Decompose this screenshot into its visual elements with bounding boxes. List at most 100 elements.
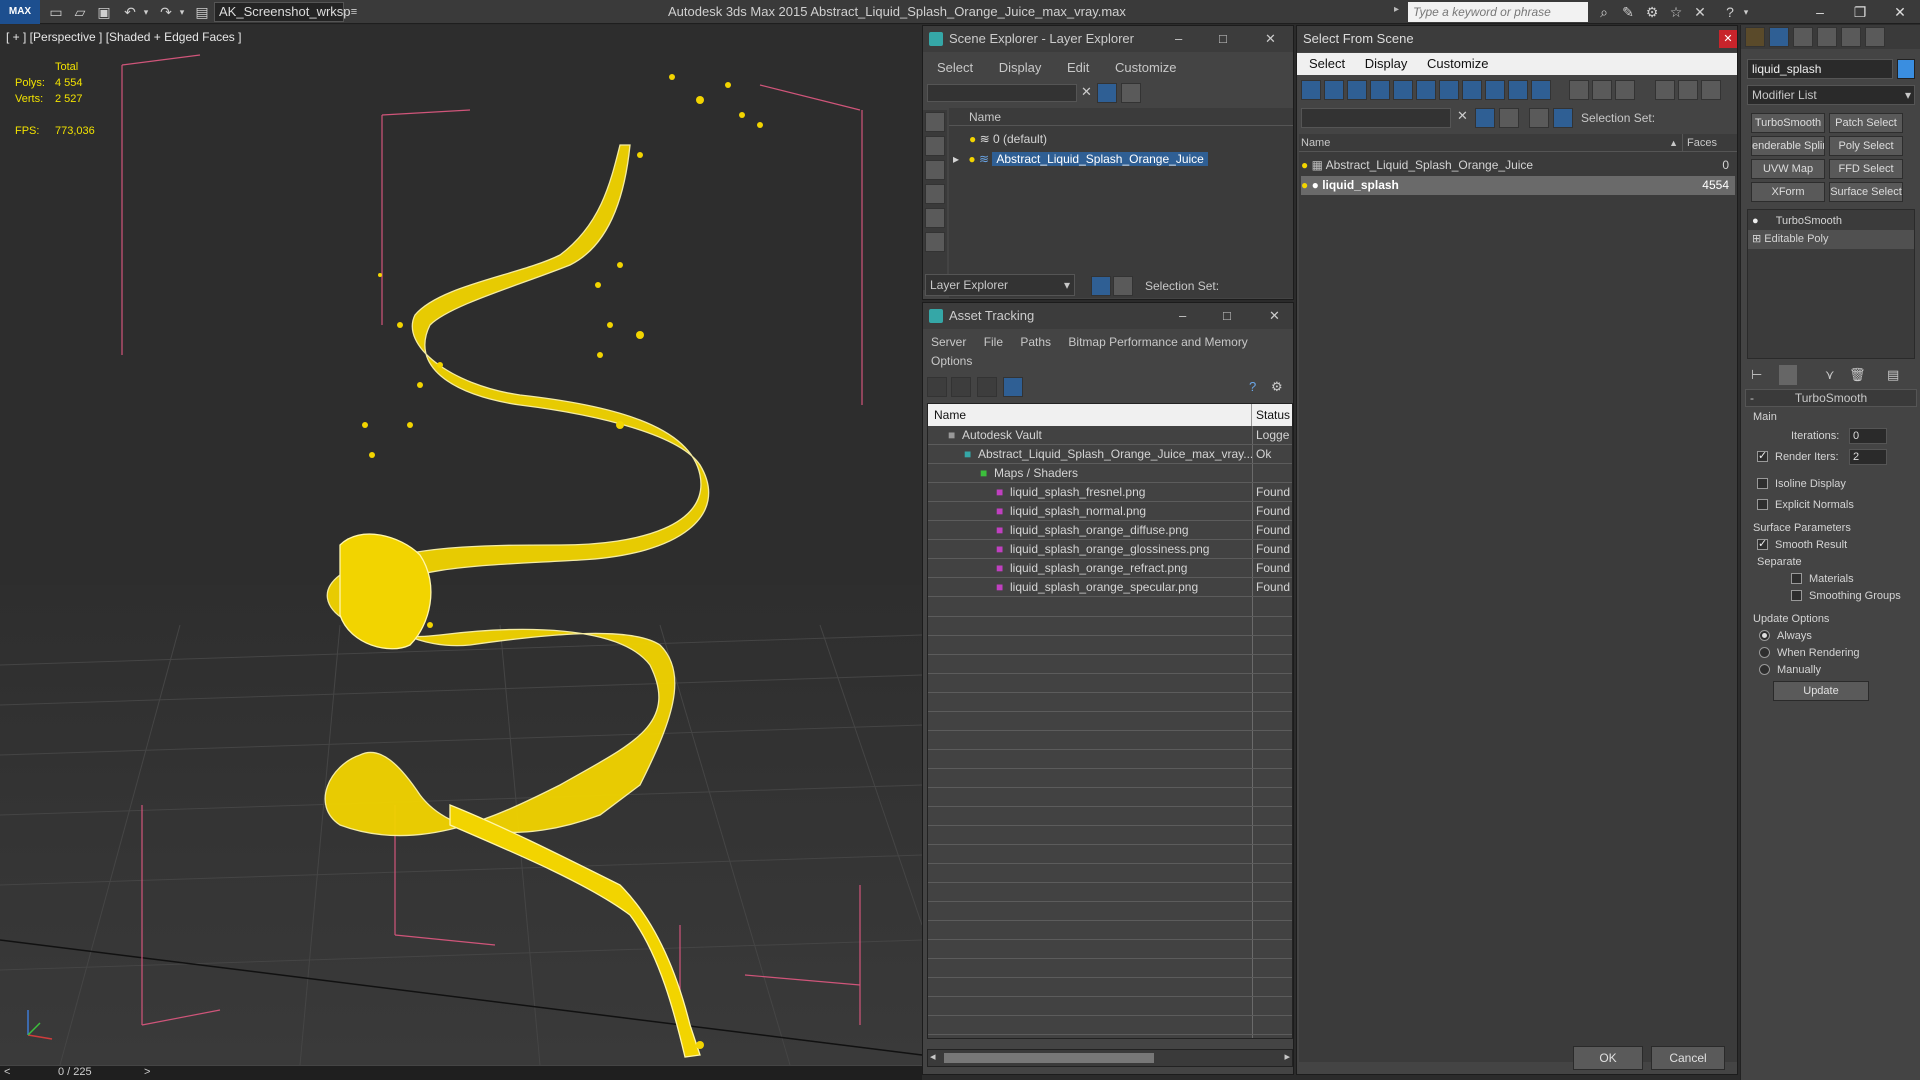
xform-button[interactable]: XForm bbox=[1751, 182, 1825, 202]
scroll-right-icon[interactable]: ▸ bbox=[1284, 1050, 1290, 1063]
display-geometry-icon[interactable] bbox=[925, 112, 945, 132]
select-from-scene-titlebar[interactable]: Select From Scene ✕ bbox=[1297, 26, 1737, 52]
manually-radio[interactable] bbox=[1759, 664, 1770, 675]
remove-modifier-icon[interactable]: 🗑 bbox=[1849, 367, 1866, 383]
workspace-menu-icon[interactable]: ≡ bbox=[344, 2, 364, 22]
asset-row[interactable]: ■ liquid_splash_orange_refract.png Found bbox=[928, 559, 1292, 578]
make-unique-icon[interactable]: ⋎ bbox=[1825, 367, 1835, 383]
binoculars-icon[interactable]: ⌕ bbox=[1594, 2, 1614, 22]
layer-explorer-dropdown[interactable]: Layer Explorer ▾ bbox=[925, 274, 1075, 296]
thumbnail-icon[interactable] bbox=[977, 377, 997, 397]
filter-frozen-icon[interactable] bbox=[1531, 80, 1551, 100]
exchange-icon[interactable]: ✕ bbox=[1690, 2, 1710, 22]
filter-containers-icon[interactable] bbox=[1508, 80, 1528, 100]
search-arrow-icon[interactable]: ▸ bbox=[1394, 4, 1399, 15]
filter-icon[interactable] bbox=[1097, 83, 1117, 103]
redo-dropdown-icon[interactable]: ▾ bbox=[172, 2, 192, 22]
maximize-icon[interactable]: □ bbox=[1223, 303, 1231, 329]
asset-col-status[interactable]: Status bbox=[1252, 404, 1292, 426]
minimize-icon[interactable]: – bbox=[1179, 303, 1186, 329]
smoothing-groups-checkbox[interactable] bbox=[1791, 590, 1802, 601]
hierarchy-tab-icon[interactable] bbox=[1793, 27, 1813, 47]
scene-explorer-titlebar[interactable]: Scene Explorer - Layer Explorer – □ ✕ bbox=[923, 26, 1293, 52]
help-dropdown-icon[interactable]: ▾ bbox=[1736, 2, 1756, 22]
rollout-header[interactable]: - TurboSmooth bbox=[1745, 389, 1917, 407]
layers-icon[interactable] bbox=[1499, 108, 1519, 128]
minimize-icon[interactable]: – bbox=[1800, 0, 1840, 24]
help-icon[interactable]: ? bbox=[1249, 379, 1256, 394]
uvw-map-button[interactable]: UVW Map bbox=[1751, 159, 1825, 179]
filter-cameras-icon[interactable] bbox=[1370, 80, 1390, 100]
configure-sets-icon[interactable]: ▤ bbox=[1887, 367, 1899, 383]
motion-tab-icon[interactable] bbox=[1817, 27, 1837, 47]
asset-row[interactable]: ■ liquid_splash_orange_diffuse.png Found bbox=[928, 521, 1292, 540]
pin-stack-icon[interactable]: ⊢ bbox=[1751, 367, 1762, 383]
collapse-minus-icon[interactable]: - bbox=[1750, 390, 1754, 406]
scroll-left-icon[interactable]: ◂ bbox=[930, 1050, 936, 1063]
hierarchy-icon[interactable] bbox=[1553, 108, 1573, 128]
viewport-label[interactable]: [ + ] [Perspective ] [Shaded + Edged Fac… bbox=[6, 30, 241, 44]
asset-row[interactable]: ■ liquid_splash_orange_specular.png Found bbox=[928, 578, 1292, 597]
display-tab-icon[interactable] bbox=[1841, 27, 1861, 47]
list-icon[interactable] bbox=[951, 377, 971, 397]
filter-shapes-icon[interactable] bbox=[1324, 80, 1344, 100]
layers-icon[interactable] bbox=[1121, 83, 1141, 103]
isoline-checkbox[interactable] bbox=[1757, 478, 1768, 489]
display-cameras-icon[interactable] bbox=[925, 184, 945, 204]
display-shapes-icon[interactable] bbox=[925, 136, 945, 156]
time-slider-value[interactable]: 0 / 225 bbox=[58, 1066, 92, 1078]
asset-row[interactable]: ■ Abstract_Liquid_Splash_Orange_Juice_max… bbox=[928, 445, 1292, 464]
col-header-faces[interactable]: Faces bbox=[1683, 134, 1737, 152]
collapse-icon[interactable] bbox=[1701, 80, 1721, 100]
close-icon[interactable]: ✕ bbox=[1880, 0, 1920, 24]
time-prev-button[interactable]: < bbox=[4, 1066, 10, 1078]
menu-paths[interactable]: Paths bbox=[1020, 335, 1051, 349]
surface-select-button[interactable]: Surface Select bbox=[1829, 182, 1903, 202]
display-spacewarps-icon[interactable] bbox=[925, 232, 945, 252]
scene-search-input[interactable] bbox=[927, 84, 1077, 102]
layer-row-default[interactable]: ● ≋ 0 (default) bbox=[969, 130, 1047, 149]
menu-customize[interactable]: Customize bbox=[1115, 60, 1176, 75]
stack-item-turbosmooth[interactable]: ● TurboSmooth bbox=[1752, 212, 1842, 231]
layer-explorer-icon[interactable] bbox=[1091, 276, 1111, 296]
time-next-button[interactable]: > bbox=[144, 1066, 150, 1078]
menu-bitmap-performance[interactable]: Bitmap Performance and Memory bbox=[1068, 335, 1247, 349]
perspective-viewport[interactable]: [ + ] [Perspective ] [Shaded + Edged Fac… bbox=[0, 25, 922, 1065]
render-iters-spinner[interactable]: 2 bbox=[1849, 449, 1887, 465]
layer-stack-icon[interactable] bbox=[1529, 108, 1549, 128]
filter-geometry-icon[interactable] bbox=[1301, 80, 1321, 100]
modifier-list-dropdown[interactable]: Modifier List ▾ bbox=[1747, 85, 1915, 105]
ok-button[interactable]: OK bbox=[1573, 1046, 1643, 1070]
minimize-icon[interactable]: – bbox=[1175, 26, 1182, 52]
asset-row[interactable]: ■ Autodesk Vault Logge bbox=[928, 426, 1292, 445]
horizontal-scrollbar[interactable]: ◂ ▸ bbox=[927, 1049, 1293, 1067]
clear-search-icon[interactable]: ✕ bbox=[1457, 108, 1468, 124]
close-icon[interactable]: ✕ bbox=[1265, 26, 1276, 52]
menu-options[interactable]: Options bbox=[931, 354, 972, 368]
object-color-swatch[interactable] bbox=[1897, 59, 1915, 79]
clear-search-icon[interactable]: ✕ bbox=[1081, 84, 1092, 100]
filter-lights-icon[interactable] bbox=[1347, 80, 1367, 100]
settings-icon[interactable]: ⚙ bbox=[1271, 379, 1283, 395]
stack-item-editable-poly[interactable]: ⊞ Editable Poly bbox=[1748, 230, 1914, 249]
renderable-spline-button[interactable]: enderable Splir bbox=[1751, 136, 1825, 156]
lightbulb-icon[interactable]: ● bbox=[1301, 178, 1308, 192]
explicit-normals-checkbox[interactable] bbox=[1757, 499, 1768, 510]
filter-spacewarps-icon[interactable] bbox=[1416, 80, 1436, 100]
modify-tab-icon[interactable] bbox=[1769, 27, 1789, 47]
asset-tracking-titlebar[interactable]: Asset Tracking – □ ✕ bbox=[923, 303, 1293, 329]
maximize-icon[interactable]: □ bbox=[1219, 26, 1227, 52]
update-button[interactable]: Update bbox=[1773, 681, 1869, 701]
materials-checkbox[interactable] bbox=[1791, 573, 1802, 584]
menu-customize[interactable]: Customize bbox=[1427, 56, 1488, 71]
menu-select[interactable]: Select bbox=[1309, 56, 1345, 71]
expand-arrow-icon[interactable]: ▸ bbox=[953, 152, 959, 166]
menu-file[interactable]: File bbox=[984, 335, 1003, 349]
workspace-dropdown[interactable]: AK_Screenshot_wrksp bbox=[214, 2, 351, 22]
undo-dropdown-icon[interactable]: ▾ bbox=[136, 2, 156, 22]
always-radio[interactable] bbox=[1759, 630, 1770, 641]
asset-row[interactable]: ■ liquid_splash_normal.png Found bbox=[928, 502, 1292, 521]
hierarchy-filter-icon[interactable] bbox=[1678, 80, 1698, 100]
asset-row[interactable]: ■ Maps / Shaders bbox=[928, 464, 1292, 483]
render-iters-checkbox[interactable] bbox=[1757, 449, 1768, 462]
